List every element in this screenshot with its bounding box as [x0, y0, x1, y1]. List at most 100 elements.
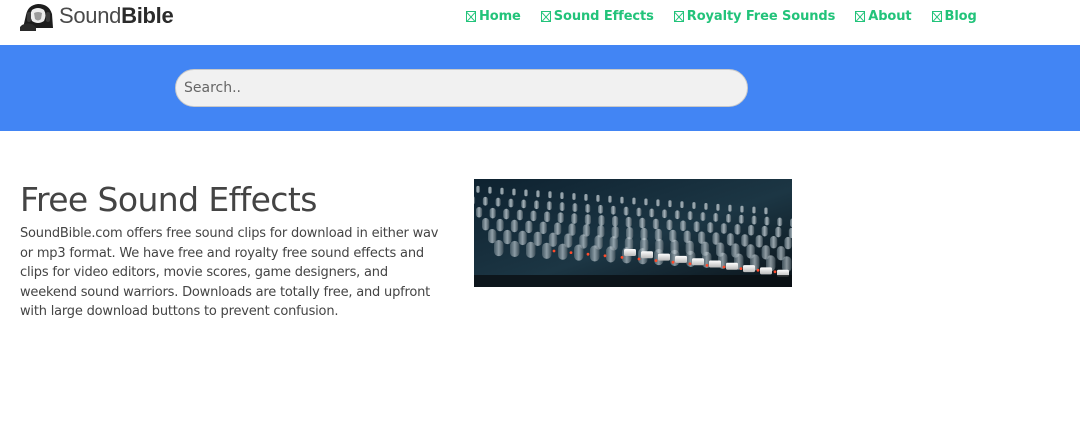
console-knob — [496, 218, 504, 232]
nav-home-label: Home — [479, 9, 521, 24]
console-knob — [784, 236, 792, 250]
console-knob — [755, 235, 763, 248]
search-band — [0, 45, 1080, 131]
console-knob — [526, 241, 536, 258]
console-knob — [764, 216, 770, 226]
console-fader — [624, 249, 636, 256]
console-fader — [658, 253, 670, 261]
missing-glyph-icon — [540, 11, 551, 22]
console-led — [603, 254, 607, 258]
console-knob — [584, 194, 588, 201]
missing-glyph-icon — [673, 11, 684, 22]
nav-royalty-free-sounds[interactable]: Royalty Free Sounds — [673, 9, 836, 24]
console-knob — [539, 221, 547, 235]
console-knob — [770, 236, 778, 249]
console-knob — [625, 216, 632, 228]
nav-royalty-free-sounds-label: Royalty Free Sounds — [686, 9, 836, 24]
console-knob — [608, 195, 612, 203]
console-knob — [713, 213, 719, 222]
site-header: SoundBible Home Sound Effects Royalty Fr… — [0, 0, 1080, 44]
logo-icon — [20, 1, 56, 31]
nav-sound-effects[interactable]: Sound Effects — [540, 9, 654, 24]
console-led — [756, 268, 760, 272]
nav-blog[interactable]: Blog — [931, 9, 977, 24]
nav-about[interactable]: About — [855, 9, 912, 24]
console-knob — [726, 233, 735, 246]
console-bottom-strip — [474, 275, 792, 287]
search-input[interactable] — [175, 69, 748, 107]
console-knob — [488, 186, 492, 194]
console-knob — [546, 201, 552, 211]
console-knob — [503, 229, 512, 245]
console-knob — [777, 217, 783, 227]
intro-paragraph: SoundBible.com offers free sound clips f… — [20, 226, 439, 319]
console-knob — [518, 230, 527, 246]
main-nav: Home Sound Effects Royalty Free Sounds A… — [466, 9, 977, 24]
console-knob — [542, 242, 552, 259]
page-title: Free Sound Effects — [20, 180, 317, 219]
console-led — [773, 270, 777, 274]
console-knob — [748, 225, 755, 236]
console-knob — [476, 185, 480, 193]
console-led — [688, 262, 692, 266]
mixing-console-image — [474, 179, 792, 287]
console-knob — [716, 203, 720, 211]
console-knob — [632, 197, 636, 205]
console-led — [637, 257, 641, 261]
console-knob — [571, 213, 578, 224]
console-led — [671, 260, 675, 264]
site-logo[interactable]: SoundBible — [20, 1, 174, 31]
console-knob — [508, 198, 514, 208]
console-knob — [482, 196, 488, 206]
nav-home[interactable]: Home — [466, 9, 521, 24]
console-fader — [760, 267, 772, 275]
console-knob — [788, 227, 792, 239]
console-knob — [510, 240, 520, 258]
console-knob — [740, 205, 744, 213]
console-knob — [751, 215, 757, 225]
console-knob — [639, 217, 646, 229]
console-knob — [644, 198, 648, 206]
mixing-console-illustration — [474, 179, 792, 287]
console-led — [569, 251, 573, 254]
console-knob — [534, 200, 540, 210]
console-knob — [590, 245, 600, 262]
console-knob — [764, 207, 768, 215]
console-knob — [692, 202, 696, 209]
console-knob — [503, 208, 510, 220]
nav-about-label: About — [868, 9, 912, 24]
console-knob — [554, 222, 562, 235]
console-led — [739, 267, 743, 270]
nav-blog-label: Blog — [944, 9, 977, 24]
logo-text-bold: Bible — [121, 3, 174, 28]
console-led — [552, 249, 556, 253]
console-knob — [610, 205, 616, 215]
console-knob — [558, 243, 568, 260]
console-knob — [560, 192, 564, 199]
console-knob — [557, 212, 564, 223]
console-knob — [598, 205, 604, 214]
console-knob — [548, 191, 552, 199]
console-knob — [666, 219, 673, 231]
console-fader — [709, 260, 721, 268]
console-knob — [512, 188, 516, 196]
console-knob — [574, 244, 584, 261]
console-led — [722, 265, 726, 269]
console-led — [620, 256, 624, 259]
console-knob — [620, 196, 624, 204]
console-knob — [525, 220, 533, 234]
console-knob — [738, 214, 744, 224]
console-knob — [656, 199, 660, 207]
console-knob — [752, 206, 756, 214]
console-knob — [775, 226, 782, 238]
console-knob — [572, 193, 576, 200]
console-knob — [680, 201, 684, 208]
missing-glyph-icon — [466, 11, 476, 22]
console-knob — [720, 223, 727, 234]
logo-text: SoundBible — [59, 1, 174, 31]
console-knob — [726, 214, 732, 223]
console-knob — [585, 204, 591, 213]
console-knob — [687, 211, 693, 220]
console-knob — [728, 204, 732, 212]
console-knob — [521, 199, 527, 209]
